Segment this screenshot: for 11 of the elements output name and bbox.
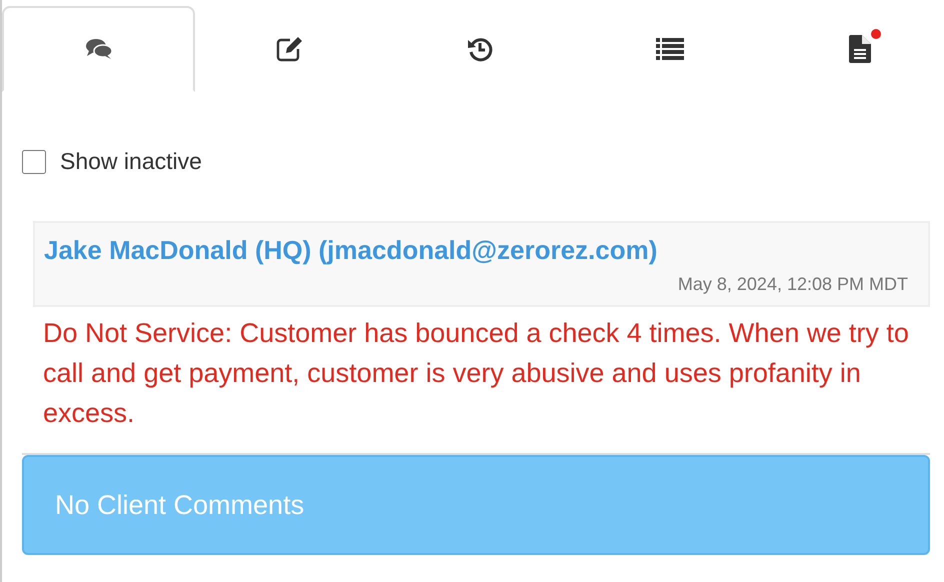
alert-message: No Client Comments [55,490,304,520]
checkbox-label: Show inactive [60,148,202,175]
comments-icon [84,38,112,60]
checkbox[interactable] [22,150,46,174]
comment-message: Do Not Service: Customer has bounced a check 4 times. When we try to call and get payment, customer is very abusive and uses profanity in excess. [43,317,910,430]
timestamp: May 8, 2024, 12:08 PM MDT [676,274,908,295]
edit-icon [276,36,304,62]
author-name: Jake MacDonald (HQ) (jmacdonald@zerorez.com) [44,235,658,266]
list-icon [656,38,684,60]
document-icon [849,35,871,63]
history-icon [467,36,493,62]
